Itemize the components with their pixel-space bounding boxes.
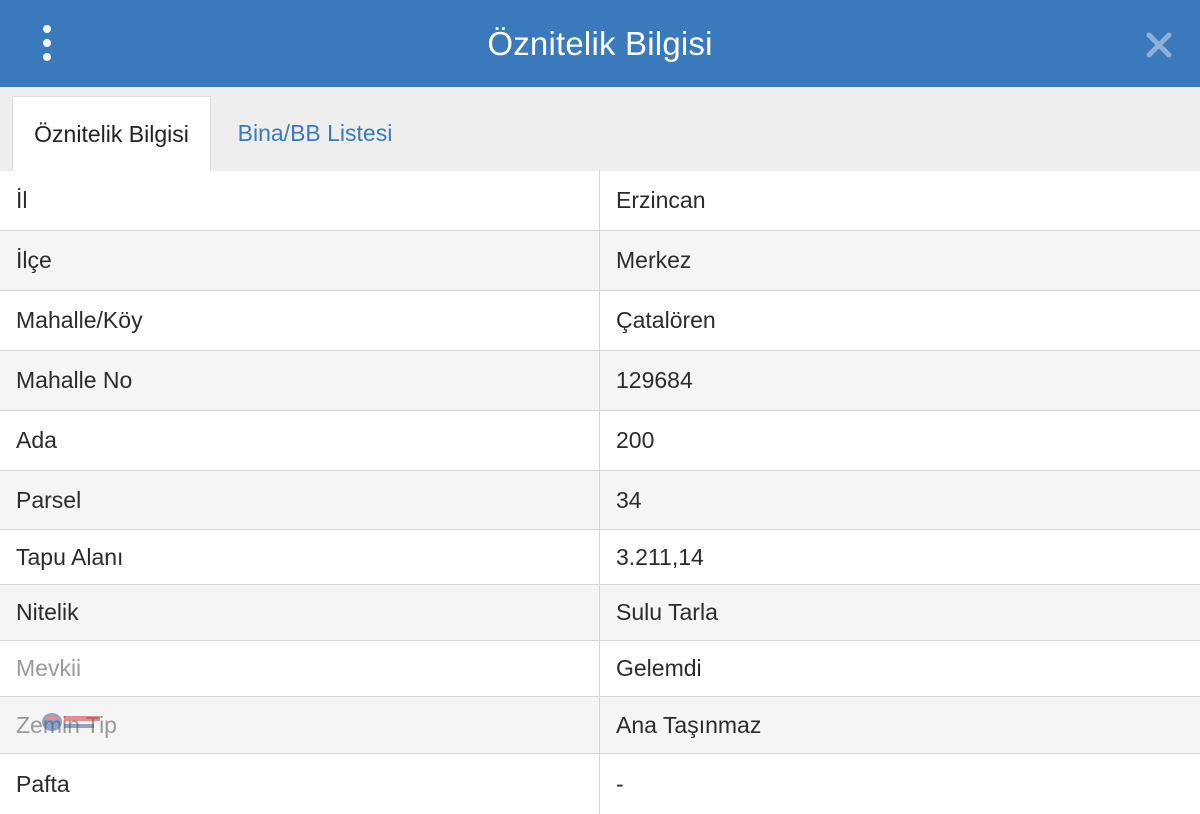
row-value: Sulu Tarla <box>616 599 718 625</box>
table-row: Nitelik Sulu Tarla <box>0 585 1200 641</box>
row-value: 34 <box>616 486 642 513</box>
attribute-table: İl Erzincan İlçe Merkez Mahalle/Köy Çata… <box>0 171 1200 814</box>
table-row: Zemin Tip Ana Taşınmaz <box>0 697 1200 754</box>
row-value: 200 <box>616 427 655 453</box>
row-label: Mahalle No <box>0 351 600 410</box>
app-header: Öznitelik Bilgisi <box>0 0 1200 87</box>
row-label: Pafta <box>0 754 600 814</box>
row-label: Parsel <box>0 471 600 529</box>
table-row: Pafta - <box>0 754 1200 814</box>
row-value: 3.211,14 <box>616 543 704 570</box>
table-row: Mahalle/Köy Çatalören <box>0 291 1200 351</box>
table-row: İlçe Merkez <box>0 231 1200 291</box>
table-row: İl Erzincan <box>0 171 1200 231</box>
row-label: Tapu Alanı <box>0 530 600 584</box>
page-title: Öznitelik Bilgisi <box>487 25 713 62</box>
table-row: Mevkii Gelemdi <box>0 641 1200 697</box>
row-value: Erzincan <box>616 187 706 213</box>
row-value: Merkez <box>616 247 692 273</box>
row-label: Nitelik <box>0 585 600 640</box>
row-value: Ana Taşınmaz <box>616 711 762 738</box>
row-label: İlçe <box>0 231 600 290</box>
close-button[interactable] <box>1140 26 1178 64</box>
table-row: Tapu Alanı 3.211,14 <box>0 530 1200 585</box>
row-value: - <box>616 770 624 797</box>
row-value: Gelemdi <box>616 655 702 681</box>
tab-building-list[interactable]: Bina/BB Listesi <box>222 96 408 171</box>
row-label: Mahalle/Köy <box>0 291 600 350</box>
row-value: Çatalören <box>616 307 716 333</box>
row-label: İl <box>0 171 600 230</box>
row-label: Ada <box>0 411 600 470</box>
tab-attribute-info[interactable]: Öznitelik Bilgisi <box>12 96 211 171</box>
close-icon <box>1146 32 1172 58</box>
table-row: Ada 200 <box>0 411 1200 471</box>
table-row: Parsel 34 <box>0 471 1200 530</box>
row-value: 129684 <box>616 367 693 393</box>
row-label: Mevkii <box>0 641 600 696</box>
table-row: Mahalle No 129684 <box>0 351 1200 411</box>
watermark-logo-icon <box>38 708 104 738</box>
tab-bar: Öznitelik Bilgisi Bina/BB Listesi <box>0 87 1200 172</box>
